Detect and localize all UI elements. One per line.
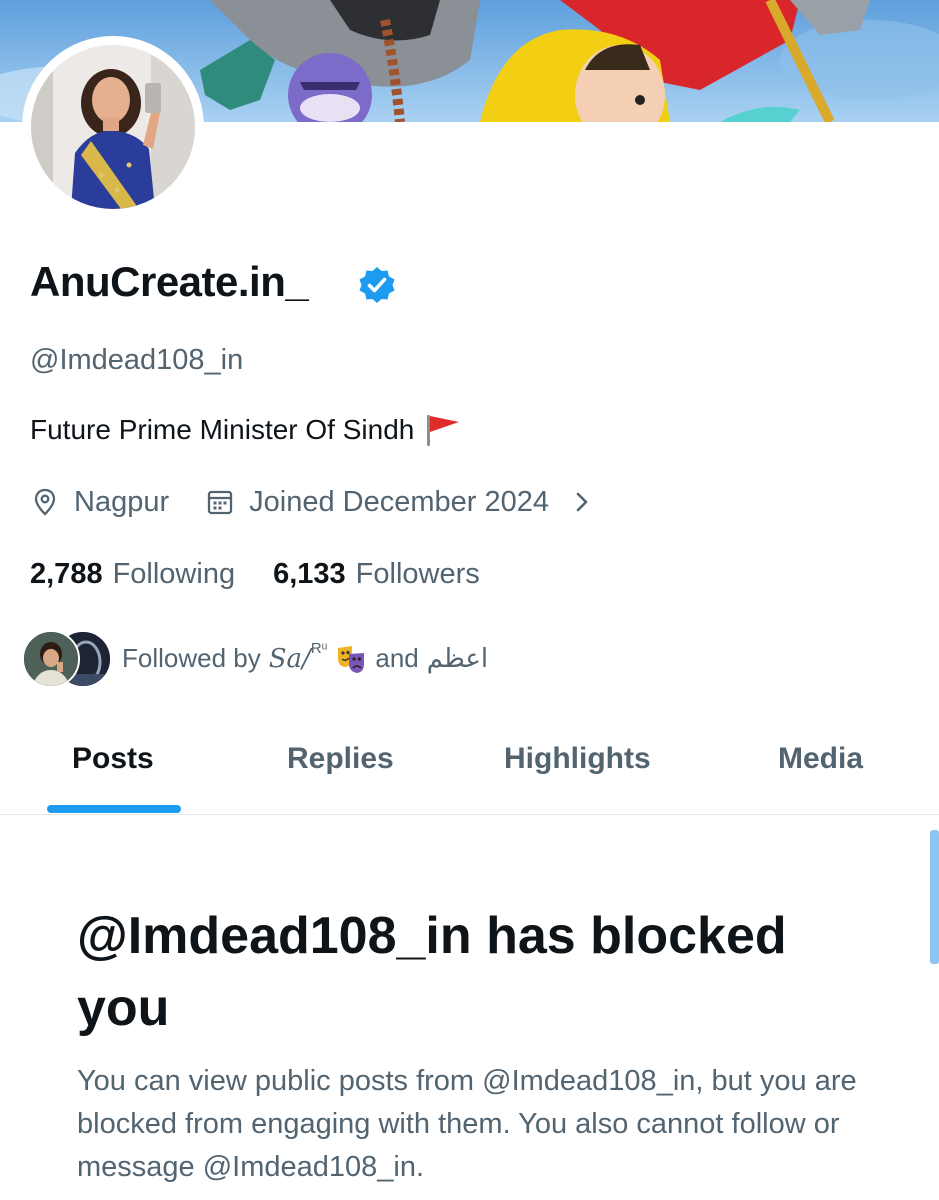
followed-by-prefix: Followed by bbox=[122, 643, 261, 673]
profile-bio: Future Prime Minister Of Sindh bbox=[30, 413, 462, 447]
avatar-photo bbox=[31, 45, 195, 209]
profile-handle: @Imdead108_in bbox=[30, 344, 244, 376]
followed-by-connector: and bbox=[375, 643, 419, 673]
follower-name-one: Sa/ bbox=[268, 643, 311, 674]
display-name: AnuCreate.in_ bbox=[30, 258, 309, 305]
followers-link[interactable]: 6,133 Followers bbox=[273, 558, 480, 591]
blocked-description: You can view public posts from @Imdead10… bbox=[77, 1065, 857, 1183]
verified-badge-icon[interactable] bbox=[357, 265, 397, 305]
tab-media[interactable]: Media bbox=[778, 742, 863, 776]
profile-joined[interactable]: Joined December 2024 bbox=[249, 486, 549, 519]
follower-name-one-sup: Rᵘ bbox=[310, 640, 328, 657]
followed-by-text[interactable]: Followed by Sa/ Rᵘ and اعظم bbox=[122, 640, 489, 674]
location-pin-icon bbox=[34, 488, 56, 516]
bio-text: Future Prime Minister Of Sindh bbox=[30, 414, 415, 445]
following-link[interactable]: 2,788 Following bbox=[30, 558, 235, 591]
active-tab-indicator bbox=[47, 805, 181, 813]
performing-arts-masks-icon bbox=[338, 645, 365, 673]
blocked-title: @Imdead108_in has blocked you bbox=[77, 907, 787, 1037]
tab-posts[interactable]: Posts bbox=[72, 742, 154, 776]
follower-avatar-1[interactable] bbox=[22, 630, 80, 688]
avatar[interactable] bbox=[31, 45, 195, 209]
profile-location: Nagpur bbox=[74, 485, 170, 518]
scrollbar[interactable] bbox=[930, 830, 939, 964]
chevron-right-icon[interactable] bbox=[571, 488, 593, 516]
followers-label: Followers bbox=[355, 557, 480, 590]
profile-meta: Nagpur Joined December 2024 bbox=[30, 482, 593, 522]
calendar-icon bbox=[207, 490, 233, 515]
follower-avatar-1-image bbox=[24, 632, 78, 686]
following-count: 2,788 bbox=[30, 557, 103, 590]
tab-replies[interactable]: Replies bbox=[287, 742, 394, 776]
followers-count: 6,133 bbox=[273, 557, 346, 590]
profile-tabs: Posts Replies Highlights Media bbox=[0, 720, 939, 815]
tab-highlights[interactable]: Highlights bbox=[504, 742, 651, 776]
follower-name-two: اعظم bbox=[426, 643, 489, 673]
follow-counts: 2,788 Following 6,133 Followers bbox=[30, 554, 480, 594]
triangular-flag-icon bbox=[427, 415, 460, 446]
following-label: Following bbox=[112, 557, 236, 590]
